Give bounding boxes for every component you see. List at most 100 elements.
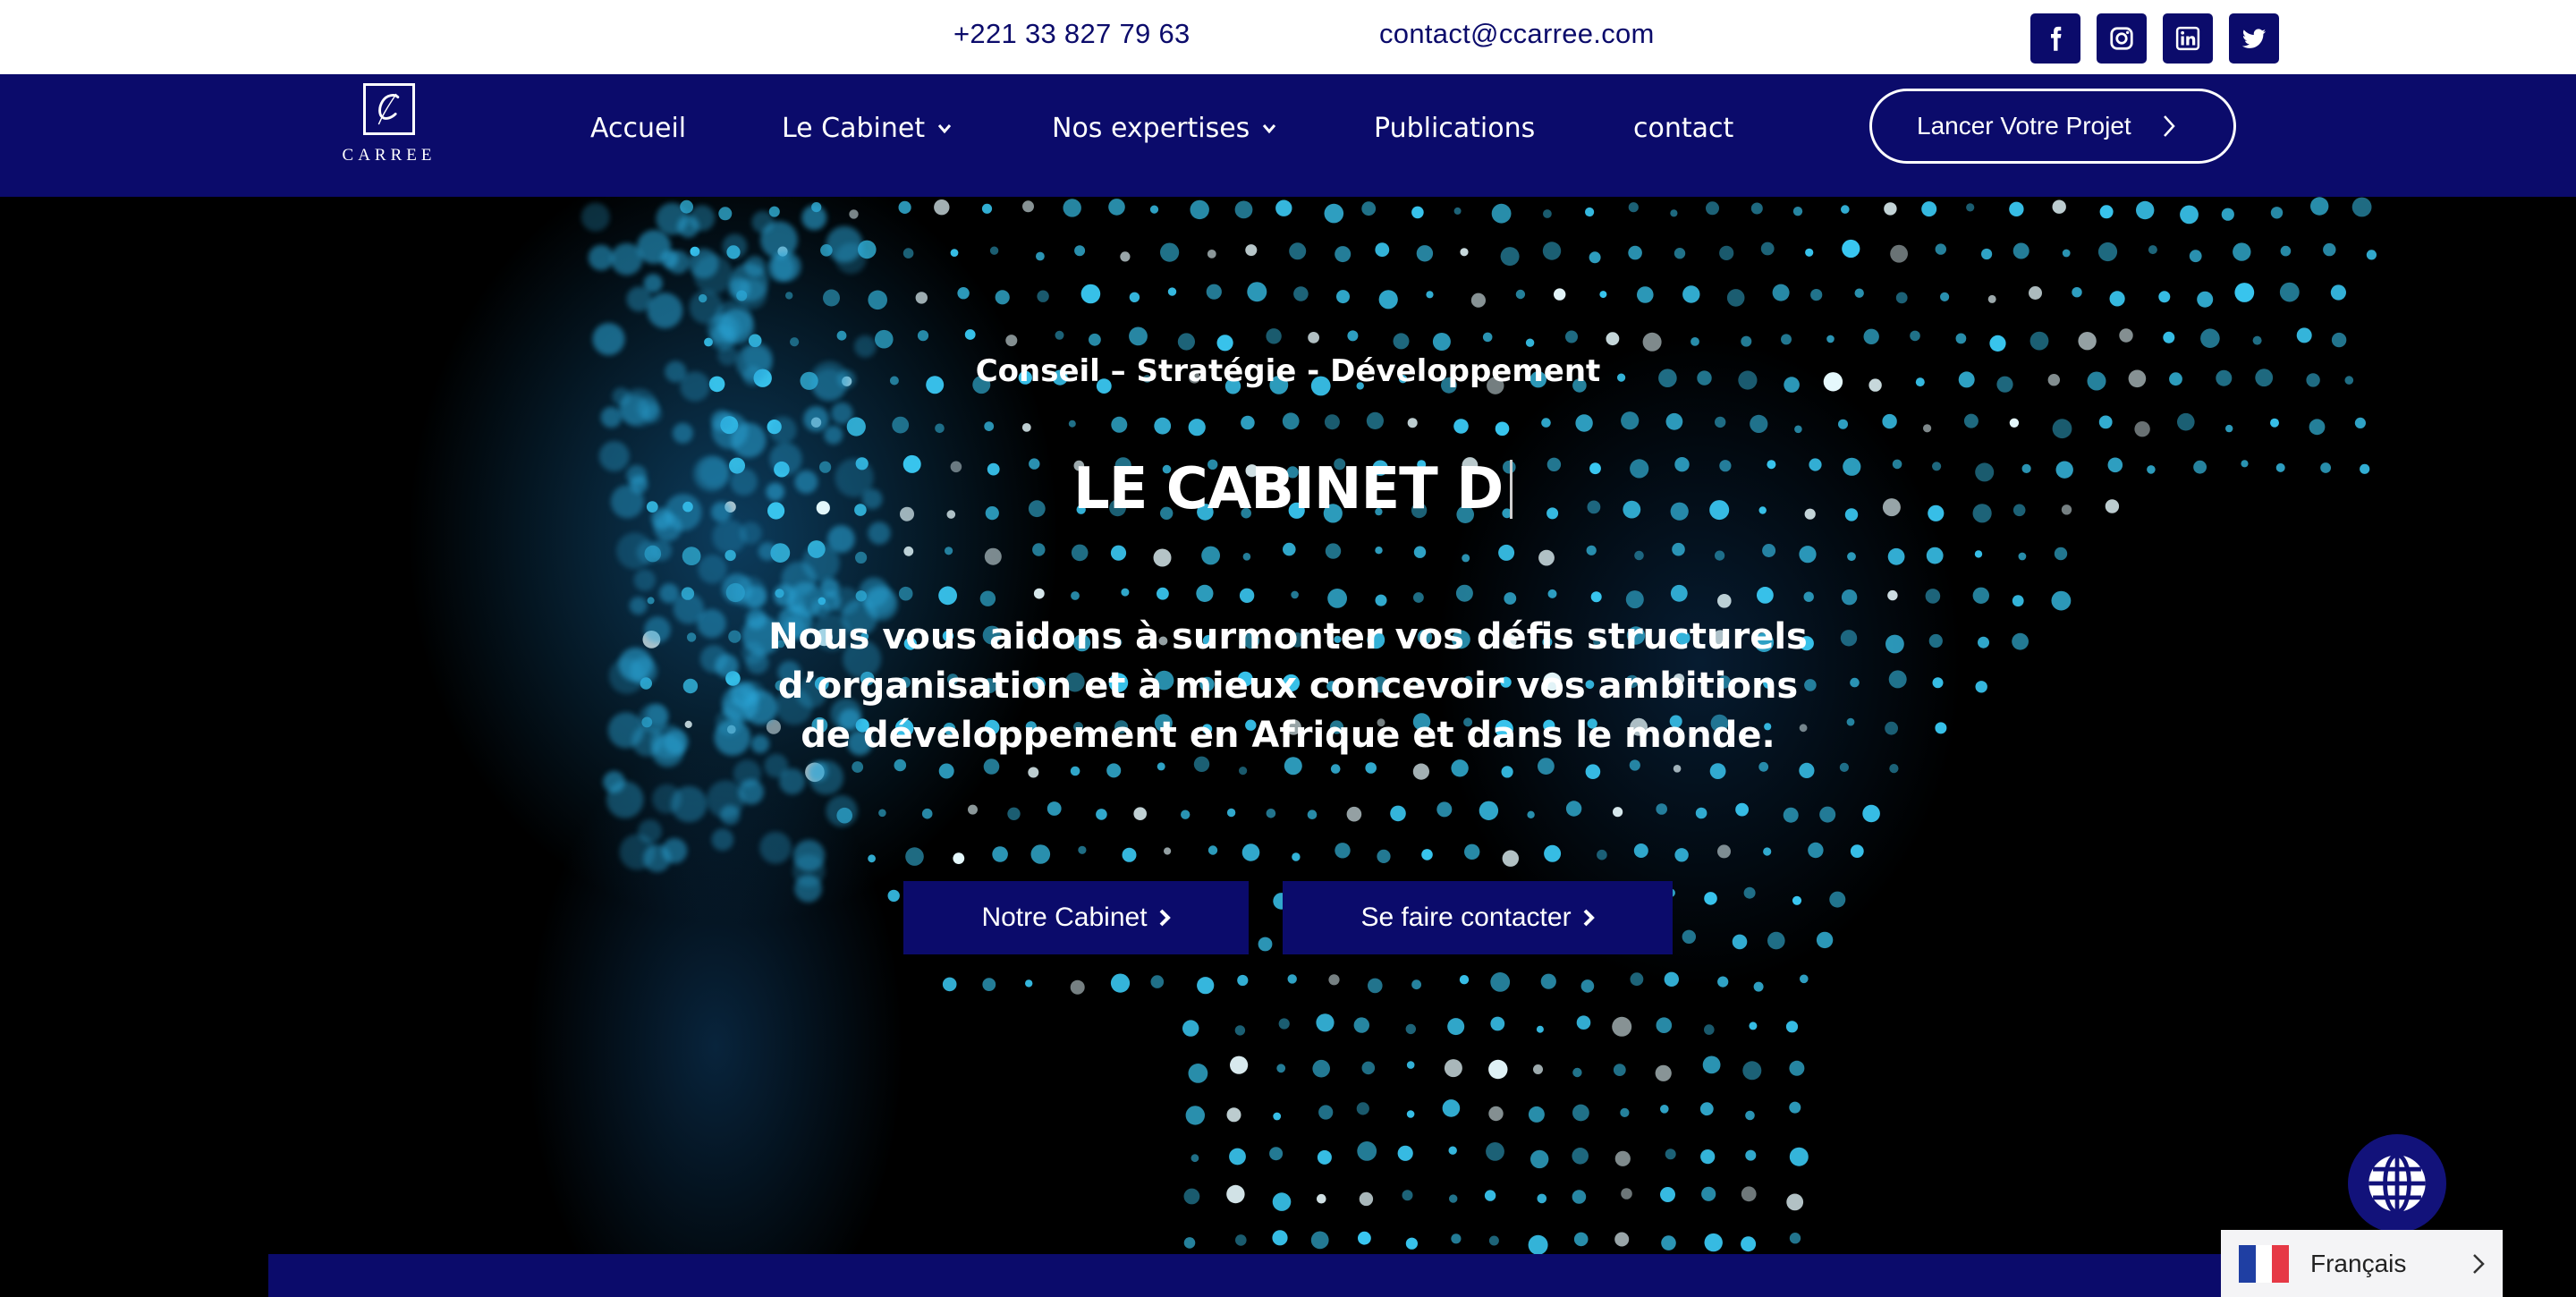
notre-cabinet-button[interactable]: Notre Cabinet: [903, 881, 1249, 954]
background-dot: [1767, 460, 1776, 470]
phone-link[interactable]: +221 33 827 79 63: [953, 18, 1191, 50]
background-dot: [1444, 1059, 1462, 1078]
background-dot: [1699, 1102, 1714, 1116]
background-dot: [1327, 589, 1347, 608]
background-dot: [1890, 244, 1909, 263]
background-dot: [1940, 292, 1950, 301]
background-dot: [1055, 330, 1064, 340]
background-dot: [1565, 330, 1578, 343]
nav-item-nos-expertises[interactable]: Nos expertises: [1052, 113, 1276, 144]
background-dot: [1921, 201, 1937, 217]
chevron-right-icon: [1583, 909, 1595, 927]
background-dot: [2233, 242, 2251, 261]
language-selector[interactable]: Français: [2221, 1230, 2503, 1297]
language-switcher-button[interactable]: [2348, 1134, 2446, 1233]
background-dot: [1356, 1102, 1369, 1115]
logo-text: CARREE: [342, 146, 436, 165]
background-dot: [2136, 200, 2155, 220]
background-dot: [2012, 242, 2029, 259]
background-dot: [887, 889, 900, 903]
facebook-link[interactable]: [2030, 13, 2080, 64]
chevron-down-icon: [1263, 123, 1276, 133]
background-dot: [1234, 1025, 1246, 1036]
background-dot: [2234, 283, 2255, 302]
background-dot: [1629, 759, 1640, 771]
background-dot: [894, 759, 907, 772]
background-dot: [733, 576, 767, 609]
background-dot: [1110, 545, 1127, 561]
background-dot: [1336, 290, 1350, 304]
background-dot: [1266, 809, 1276, 818]
background-dot: [1882, 498, 1901, 517]
background-dot: [2270, 207, 2284, 219]
hero-headline: LE CABINET D: [1073, 456, 1513, 522]
cta-label: Lancer Votre Projet: [1917, 112, 2131, 140]
background-dot: [1216, 335, 1233, 352]
background-dot: [598, 441, 630, 471]
hero-subtitle: Conseil – Stratégie - Développement: [975, 353, 1601, 389]
nav-item-publications[interactable]: Publications: [1374, 113, 1535, 144]
background-dot: [1925, 589, 1941, 604]
background-dot: [1923, 424, 1932, 433]
background-dot: [1241, 415, 1255, 430]
background-dot: [1735, 802, 1749, 817]
twitter-link[interactable]: [2229, 13, 2279, 64]
background-dot: [1239, 767, 1248, 776]
email-link[interactable]: contact@ccarree.com: [1379, 18, 1655, 50]
logo-mark: [363, 83, 415, 135]
background-dot: [682, 678, 699, 694]
background-dot: [1289, 242, 1307, 260]
background-dot: [1266, 328, 1282, 344]
background-dot: [1614, 1232, 1630, 1247]
background-dot: [1316, 1013, 1335, 1032]
background-dot: [1585, 764, 1601, 779]
logo[interactable]: CARREE: [340, 78, 438, 176]
background-dot: [2052, 199, 2066, 214]
background-dot: [619, 388, 658, 428]
background-dot: [2054, 547, 2068, 561]
background-dot: [2021, 463, 2031, 473]
background-dot: [1500, 247, 1520, 267]
background-dot: [792, 854, 826, 887]
background-dot: [1242, 553, 1251, 561]
background-dot: [1757, 587, 1774, 604]
background-dot: [1682, 285, 1700, 303]
background-dot: [984, 547, 1002, 565]
background-dot: [1974, 550, 1983, 558]
background-dot: [1630, 459, 1649, 479]
logo-c-icon: [377, 93, 400, 125]
linkedin-link[interactable]: [2163, 13, 2213, 64]
background-dot: [1674, 457, 1690, 472]
background-dot: [1590, 591, 1602, 603]
background-dot: [1488, 1059, 1508, 1080]
nav-item-contact[interactable]: contact: [1633, 113, 1733, 144]
background-dot: [1208, 845, 1218, 855]
background-dot: [1324, 414, 1340, 430]
background-dot: [1361, 201, 1377, 216]
background-dot: [1312, 1059, 1330, 1078]
background-dot: [1850, 844, 1864, 858]
background-dot: [1330, 764, 1341, 774]
background-dot: [1197, 977, 1215, 995]
background-dot: [2280, 245, 2292, 257]
launch-project-button[interactable]: Lancer Votre Projet: [1869, 89, 2236, 164]
se-faire-contacter-button[interactable]: Se faire contacter: [1283, 881, 1673, 954]
background-dot: [983, 759, 1000, 775]
nav-item-accueil[interactable]: Accueil: [590, 113, 686, 144]
background-dot: [1682, 929, 1697, 944]
background-dot: [1448, 1146, 1457, 1155]
background-dot: [1572, 1190, 1587, 1204]
background-dot: [718, 207, 733, 221]
background-dot: [2099, 205, 2114, 219]
nav-item-le-cabinet[interactable]: Le Cabinet: [782, 113, 952, 144]
background-dot: [2018, 552, 2027, 561]
background-dot: [1732, 934, 1748, 950]
background-dot: [1335, 843, 1351, 859]
background-dot: [626, 464, 648, 486]
background-dot: [905, 847, 924, 866]
background-dot: [711, 501, 732, 522]
background-dot: [1405, 1237, 1418, 1250]
instagram-link[interactable]: [2097, 13, 2147, 64]
background-dot: [1885, 634, 1904, 654]
background-dot: [1620, 1107, 1630, 1117]
